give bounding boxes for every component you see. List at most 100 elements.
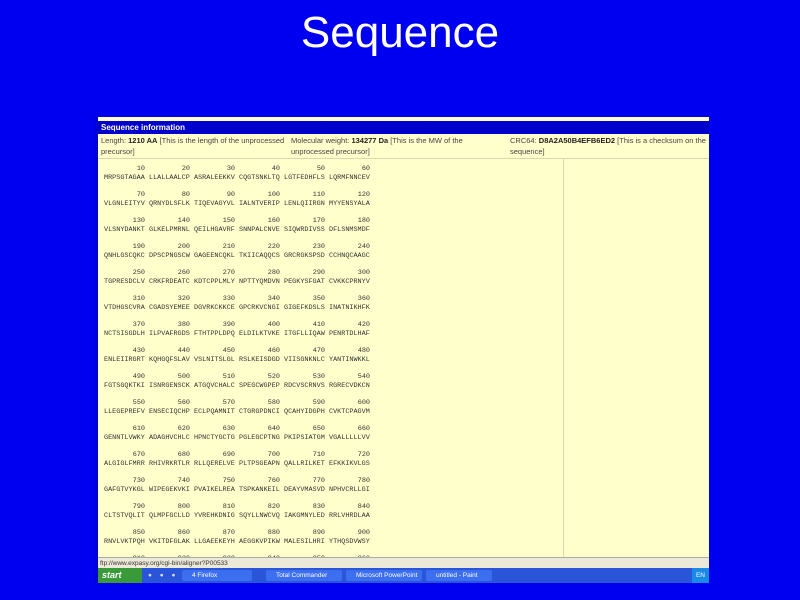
residue-chunk: RHIVRKRTLR (149, 460, 190, 468)
residue-chunk: LLALLAALCP (149, 174, 190, 182)
position-number: 180 (357, 217, 370, 225)
position-number: 710 (312, 451, 325, 459)
residue-chunk: IALNTVERIP (239, 200, 280, 208)
position-number: 570 (222, 399, 235, 407)
position-number: 840 (357, 503, 370, 511)
residue-chunk: HPNCTYGCTG (194, 434, 235, 442)
position-number: 160 (267, 217, 280, 225)
position-number: 210 (222, 243, 235, 251)
residue-chunk: CTGRGPDNCI (239, 408, 280, 416)
residue-chunk: MALESILHRI (284, 538, 325, 546)
sequence-info-row: Length: 1210 AA [This is the length of t… (98, 134, 709, 159)
position-number: 40 (271, 165, 280, 173)
residue-chunk: VSLNITSLGL (194, 356, 235, 364)
crc64-cell: CRC64: D8A2A50B4EFB6ED2 [This is a check… (510, 136, 706, 156)
position-number: 540 (357, 373, 370, 381)
position-number: 380 (177, 321, 190, 329)
position-number: 740 (177, 477, 190, 485)
task-firefox[interactable]: 4 Firefox (182, 570, 252, 581)
position-number: 240 (357, 243, 370, 251)
residue-chunk: AEGGKVPIKW (239, 538, 280, 546)
quick-launch-icons[interactable]: ● ● ● (142, 572, 182, 579)
residue-chunk: DGVRKCKKCE (194, 304, 235, 312)
task-total-commander[interactable]: Total Commander 6.5... (266, 570, 342, 581)
position-number: 460 (267, 347, 280, 355)
molecular-weight-cell: Molecular weight: 134277 Da [This is the… (291, 136, 463, 156)
position-number: 820 (267, 503, 280, 511)
position-number: 800 (177, 503, 190, 511)
residue-chunk: DPSCPNGSCW (149, 252, 190, 260)
residue-chunk: ALGIGLFMRR (104, 460, 145, 468)
residue-chunk: SNNPALCNVE (239, 226, 280, 234)
residue-chunk: ENSECIQCHP (149, 408, 190, 416)
position-number: 70 (136, 191, 145, 199)
position-number: 420 (357, 321, 370, 329)
browser-screenshot: Sequence information Length: 1210 AA [Th… (95, 117, 709, 583)
section-header: Sequence information (98, 121, 709, 134)
position-number: 750 (222, 477, 235, 485)
position-number: 850 (132, 529, 145, 537)
position-number: 430 (132, 347, 145, 355)
position-number: 100 (267, 191, 280, 199)
residue-chunk: KDTCPPLMLY (194, 278, 235, 286)
residue-chunk: CGADSYEMEE (149, 304, 190, 312)
position-number: 610 (132, 425, 145, 433)
position-number: 510 (222, 373, 235, 381)
residue-chunk: NPTTYQMDVN (239, 278, 280, 286)
residue-chunk: ILPVAFRGDS (149, 330, 190, 338)
start-button[interactable]: start (98, 568, 142, 583)
position-number: 400 (267, 321, 280, 329)
residue-chunk: GIGEFKDSLS (284, 304, 325, 312)
residue-chunk: YTHQSDVWSY (329, 538, 370, 546)
position-number: 650 (312, 425, 325, 433)
system-tray[interactable]: EN (691, 568, 709, 583)
position-number: 250 (132, 269, 145, 277)
residue-chunk: LGTFEDHFLS (284, 174, 325, 182)
residue-chunk: CQGTSNKLTQ (239, 174, 280, 182)
position-number: 630 (222, 425, 235, 433)
residue-chunk: ITGFLLIQAW (284, 330, 325, 338)
residue-chunk: YVREHKDNIG (194, 512, 235, 520)
position-number: 130 (132, 217, 145, 225)
position-number: 260 (177, 269, 190, 277)
residue-chunk: SQYLLNWCVQ (239, 512, 280, 520)
task-paint[interactable]: untitled - Paint (426, 570, 492, 581)
position-number: 20 (181, 165, 190, 173)
residue-chunk: CLTSTVQLIT (104, 512, 145, 520)
sequence-row: 430 440 450 460 470 480 ENLEIIRGRT KQHGQFSLAV VS… (104, 347, 374, 373)
position-number: 810 (222, 503, 235, 511)
sequence-row: 670 680 690 700 710 720 ALGIGLFMRR RHIVRKRTLR RL… (104, 451, 374, 477)
position-number: 700 (267, 451, 280, 459)
position-number: 620 (177, 425, 190, 433)
residue-chunk: CVKTCPAGVM (329, 408, 370, 416)
sequence-row: 310 320 330 340 350 360 VTDHGSCVRA CGADSYEMEE DG… (104, 295, 374, 321)
residue-chunk: PGLEGCPTNG (239, 434, 280, 442)
residue-chunk: FTHTPPLDPQ (194, 330, 235, 338)
task-powerpoint[interactable]: Microsoft PowerPoint ... (346, 570, 422, 581)
sequence-row: 490 500 510 520 530 540 FGTSGQKTKI ISNRGENSCK AT… (104, 373, 374, 399)
residue-chunk: QALLRILKET (284, 460, 325, 468)
residue-chunk: GRCRGKSPSD (284, 252, 325, 260)
position-number: 830 (312, 503, 325, 511)
position-number: 860 (177, 529, 190, 537)
residue-chunk: ELDILKTVKE (239, 330, 280, 338)
position-number: 660 (357, 425, 370, 433)
sequence-row: 550 560 570 580 590 600 LLEGEPREFV ENSECIQCHP EC… (104, 399, 374, 425)
position-number: 450 (222, 347, 235, 355)
position-number: 640 (267, 425, 280, 433)
position-number: 440 (177, 347, 190, 355)
position-number: 520 (267, 373, 280, 381)
slide-title: Sequence (300, 8, 500, 57)
residue-chunk: ISNRGENSCK (149, 382, 190, 390)
sequence-row: 70 80 90 100 110 120 VLGNLEITYV QRNYDLSFLK TIQEV… (104, 191, 374, 217)
residue-chunk: EFKKIKVLGS (329, 460, 370, 468)
position-number: 270 (222, 269, 235, 277)
position-number: 110 (312, 191, 325, 199)
residue-chunk: SPEGCWGPEP (239, 382, 280, 390)
residue-chunk: PENRTDLHAF (329, 330, 370, 338)
position-number: 320 (177, 295, 190, 303)
residue-chunk: ENLEIIRGRT (104, 356, 145, 364)
residue-chunk: DEAYVMASVD (284, 486, 325, 494)
residue-chunk: CVKKCPRNYV (329, 278, 370, 286)
residue-chunk: RLLQERELVE (194, 460, 235, 468)
